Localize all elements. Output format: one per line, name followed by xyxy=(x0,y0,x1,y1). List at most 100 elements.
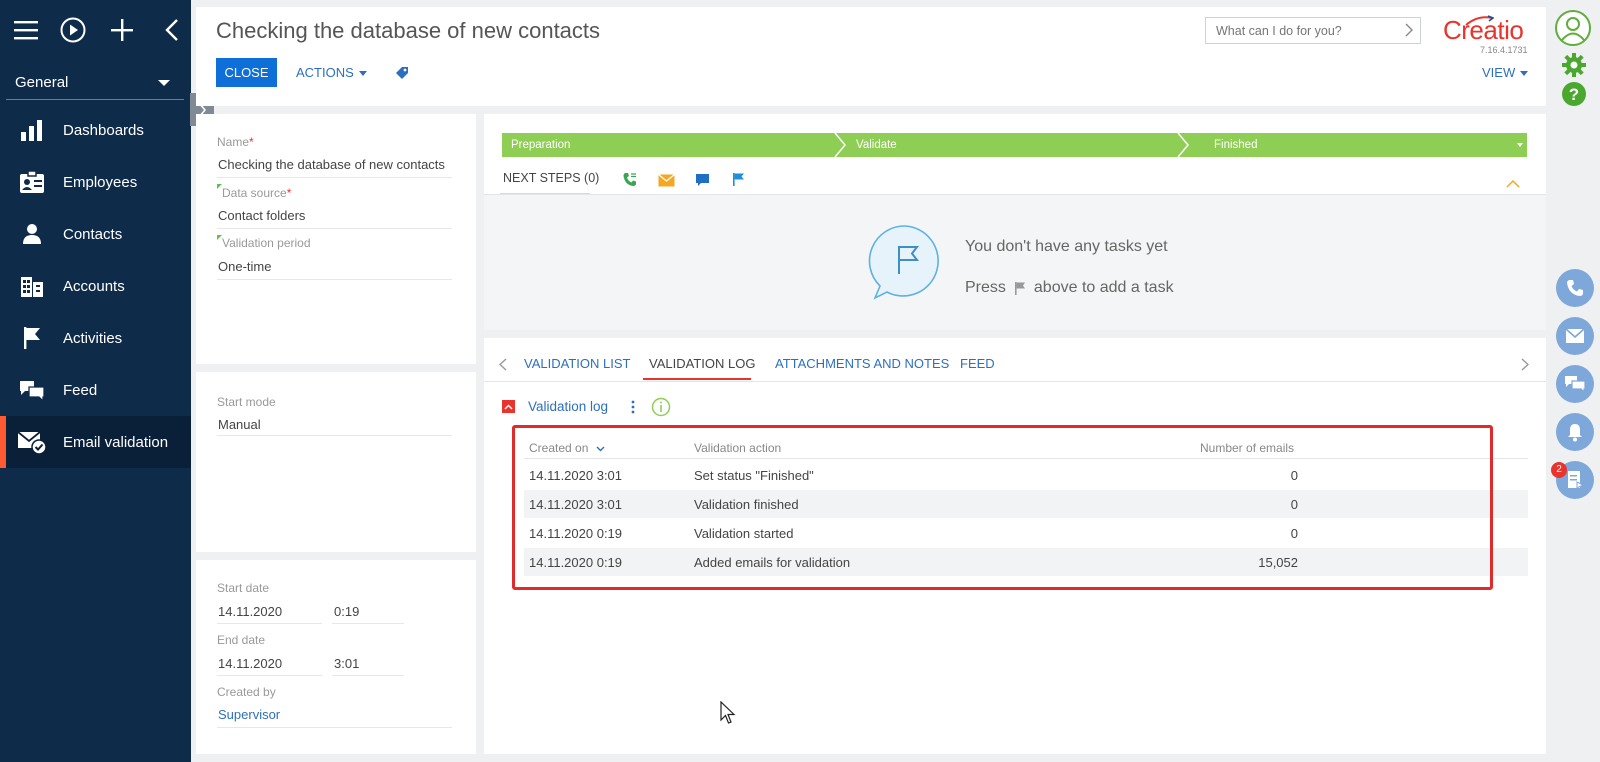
view-button[interactable]: VIEW xyxy=(1482,65,1529,80)
divider xyxy=(217,727,452,728)
stage-validate[interactable]: Validate xyxy=(856,133,897,157)
divider xyxy=(217,675,322,676)
chat-icon[interactable] xyxy=(695,173,710,188)
sidebar-item-label: Email validation xyxy=(63,433,169,451)
end-date-field[interactable]: 14.11.2020 xyxy=(218,656,282,671)
add-icon[interactable] xyxy=(108,16,136,44)
start-mode-label: Start mode xyxy=(217,395,276,409)
start-date-field[interactable]: 14.11.2020 xyxy=(218,604,282,619)
collapse-sidebar-icon[interactable] xyxy=(158,16,186,44)
stage-bar: Preparation Validate Finished xyxy=(502,133,1527,157)
notifications-button[interactable] xyxy=(1556,413,1594,451)
chevron-right-icon[interactable] xyxy=(1405,23,1413,37)
page-title: Checking the database of new contacts xyxy=(216,18,601,43)
sidebar-item-accounts[interactable]: Accounts xyxy=(0,260,191,312)
divider xyxy=(332,623,404,624)
dashboards-icon xyxy=(21,120,42,141)
right-communication-panel: ? 2 xyxy=(1546,0,1600,762)
name-field-label: Name* xyxy=(217,135,254,149)
sidebar: General Dashboards Employees Contacts Ac… xyxy=(0,0,191,762)
empty-tasks-flag-icon xyxy=(868,225,939,300)
name-field[interactable]: Checking the database of new contacts xyxy=(218,157,445,172)
chevron-left-icon[interactable] xyxy=(499,358,507,371)
phone-icon xyxy=(1567,280,1583,296)
stage-preparation[interactable]: Preparation xyxy=(511,133,570,157)
menu-icon[interactable] xyxy=(12,16,40,44)
activities-icon xyxy=(24,327,40,349)
chevron-up-icon[interactable] xyxy=(1506,179,1520,188)
user-avatar-icon[interactable] xyxy=(1554,9,1592,47)
sidebar-item-label: Dashboards xyxy=(63,121,144,139)
close-button[interactable]: CLOSE xyxy=(216,58,277,87)
end-time-field[interactable]: 3:01 xyxy=(334,656,359,671)
sidebar-item-label: Accounts xyxy=(63,277,125,295)
chevron-down-icon xyxy=(1520,71,1529,77)
call-icon[interactable] xyxy=(622,172,638,188)
validation-log-title[interactable]: Validation log xyxy=(528,399,608,414)
sidebar-item-feed[interactable]: Feed xyxy=(0,364,191,416)
highlight-frame xyxy=(512,425,1493,590)
tab-validation-list[interactable]: VALIDATION LIST xyxy=(524,356,630,371)
logo-swoosh-icon xyxy=(1465,15,1494,26)
stage-separator xyxy=(1177,133,1189,157)
flag-icon[interactable] xyxy=(732,172,745,187)
divider xyxy=(217,279,452,280)
divider xyxy=(217,623,322,624)
validation-period-field[interactable]: One-time xyxy=(218,259,271,274)
divider xyxy=(484,381,1546,382)
stage-separator xyxy=(834,133,846,157)
command-search-input[interactable] xyxy=(1205,17,1421,44)
sidebar-item-activities[interactable]: Activities xyxy=(0,312,191,364)
accounts-icon xyxy=(21,277,43,297)
run-process-icon[interactable] xyxy=(59,16,87,44)
email-button[interactable] xyxy=(1556,317,1594,355)
end-date-label: End date xyxy=(217,633,266,647)
hint-text-before: Press xyxy=(965,279,1006,296)
created-by-link[interactable]: Supervisor xyxy=(218,707,280,722)
contacts-icon xyxy=(23,224,41,244)
data-source-field[interactable]: Contact folders xyxy=(218,208,305,223)
workplace-label: General xyxy=(15,74,69,91)
page-header: Checking the database of new contacts CL… xyxy=(196,7,1546,106)
validation-period-label: Validation period xyxy=(222,236,311,250)
divider xyxy=(217,177,452,178)
tab-validation-log[interactable]: VALIDATION LOG xyxy=(649,356,755,371)
bell-icon xyxy=(1568,424,1582,442)
tab-feed[interactable]: FEED xyxy=(960,356,995,371)
start-mode-field[interactable]: Manual xyxy=(218,417,261,432)
stage-finished[interactable]: Finished xyxy=(1214,133,1257,157)
email-icon[interactable] xyxy=(658,174,675,187)
sidebar-item-contacts[interactable]: Contacts xyxy=(0,208,191,260)
sidebar-item-email-validation[interactable]: Email validation xyxy=(0,416,191,468)
actions-button[interactable]: ACTIONS xyxy=(296,65,367,80)
chevron-down-icon[interactable] xyxy=(1517,143,1523,147)
email-validation-icon xyxy=(17,431,47,455)
workplace-selector[interactable]: General xyxy=(6,66,184,100)
gear-icon[interactable] xyxy=(1561,52,1587,78)
empty-tasks-hint: Press above to add a task xyxy=(965,279,1174,297)
view-label: VIEW xyxy=(1482,65,1516,80)
collapse-log-button[interactable] xyxy=(502,400,515,413)
info-icon[interactable] xyxy=(651,397,671,417)
tag-icon[interactable] xyxy=(395,66,409,80)
document-icon xyxy=(1568,471,1584,489)
sidebar-item-dashboards[interactable]: Dashboards xyxy=(0,104,191,156)
sidebar-item-label: Employees xyxy=(63,173,138,191)
feed-icon xyxy=(20,381,45,402)
next-steps-label[interactable]: NEXT STEPS (0) xyxy=(503,171,599,185)
sidebar-item-label: Activities xyxy=(63,329,123,347)
chevron-right-icon[interactable] xyxy=(1521,358,1529,371)
data-source-label: Data source* xyxy=(222,186,292,200)
more-options-icon[interactable] xyxy=(631,400,635,414)
chat-button[interactable] xyxy=(1556,365,1594,403)
start-time-field[interactable]: 0:19 xyxy=(334,604,359,619)
envelope-icon xyxy=(1565,328,1585,343)
tab-attachments-and-notes[interactable]: ATTACHMENTS AND NOTES xyxy=(775,356,949,371)
flag-icon xyxy=(1014,281,1025,295)
divider xyxy=(217,228,452,229)
help-icon[interactable]: ? xyxy=(1561,81,1587,107)
sidebar-item-employees[interactable]: Employees xyxy=(0,156,191,208)
dates-panel: Start date 14.11.2020 0:19 End date 14.1… xyxy=(196,560,476,754)
version-label: 7.16.4.1731 xyxy=(1480,45,1528,55)
phone-button[interactable] xyxy=(1556,269,1594,307)
